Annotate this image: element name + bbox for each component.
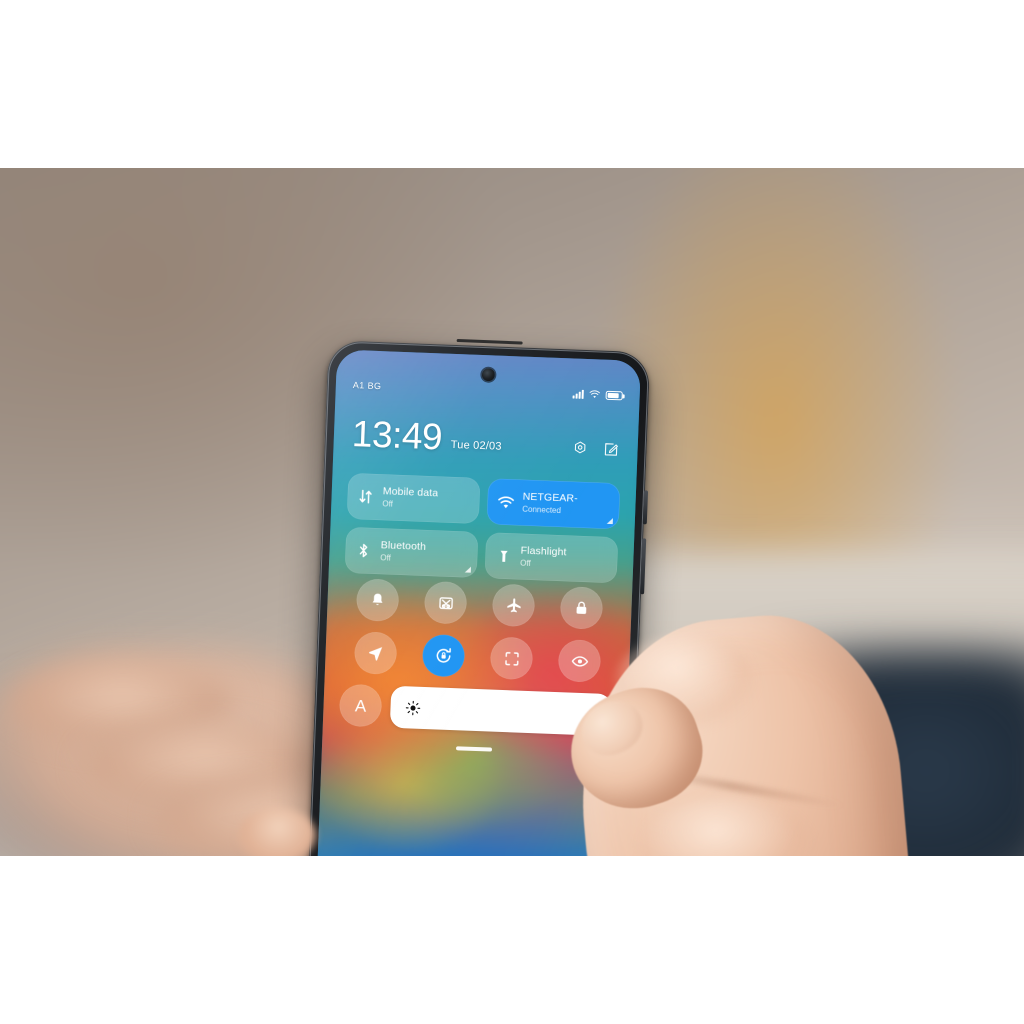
toggle-sound[interactable] [355, 578, 400, 622]
clock-time: 13:49 [351, 413, 443, 458]
toggle-auto-rotate[interactable] [421, 633, 466, 678]
mobile-data-icon [355, 486, 376, 507]
wifi-icon [589, 390, 600, 399]
finger-tip-left [238, 808, 316, 856]
tile-subtitle: Off [382, 499, 394, 509]
battery-icon [605, 390, 623, 400]
tile-bluetooth[interactable]: Bluetooth Off [344, 526, 479, 578]
toggle-screenshot[interactable] [423, 580, 468, 625]
auto-brightness-label: A [354, 695, 367, 716]
clock-actions [571, 440, 620, 459]
photograph: A1 BG 13:49 Tue 02/03 Mobile data Off NE… [0, 168, 1024, 856]
toggle-location[interactable] [353, 631, 398, 675]
holding-hand [545, 498, 965, 856]
expand-arrow-icon[interactable] [464, 566, 471, 573]
flashlight-icon [493, 546, 514, 567]
screenshot-icon [438, 596, 453, 609]
sun-icon [405, 700, 421, 715]
location-arrow-icon [369, 647, 383, 661]
toggle-screen-cast[interactable] [489, 636, 534, 681]
screenshot-root: A1 BG 13:49 Tue 02/03 Mobile data Off NE… [0, 0, 1024, 1024]
airplane-icon [506, 597, 521, 612]
signal-bars-icon [572, 389, 584, 399]
toggle-airplane-mode[interactable] [491, 583, 536, 628]
bluetooth-icon [353, 540, 374, 561]
edit-tiles-icon[interactable] [602, 441, 620, 459]
clock-date: Tue 02/03 [450, 438, 502, 453]
auto-brightness-button[interactable]: A [338, 683, 383, 728]
tile-title: Mobile data [382, 484, 439, 500]
carrier-label: A1 BG [352, 380, 382, 392]
bell-icon [372, 593, 383, 605]
tile-mobile-data[interactable]: Mobile data Off [346, 472, 481, 524]
settings-gear-icon[interactable] [571, 440, 589, 458]
status-icons [572, 387, 623, 401]
scan-frame-icon [504, 651, 519, 666]
tile-title: Bluetooth [380, 538, 427, 553]
auto-rotate-icon [436, 648, 451, 663]
wifi-icon [495, 492, 516, 513]
tile-subtitle: Off [380, 553, 391, 563]
